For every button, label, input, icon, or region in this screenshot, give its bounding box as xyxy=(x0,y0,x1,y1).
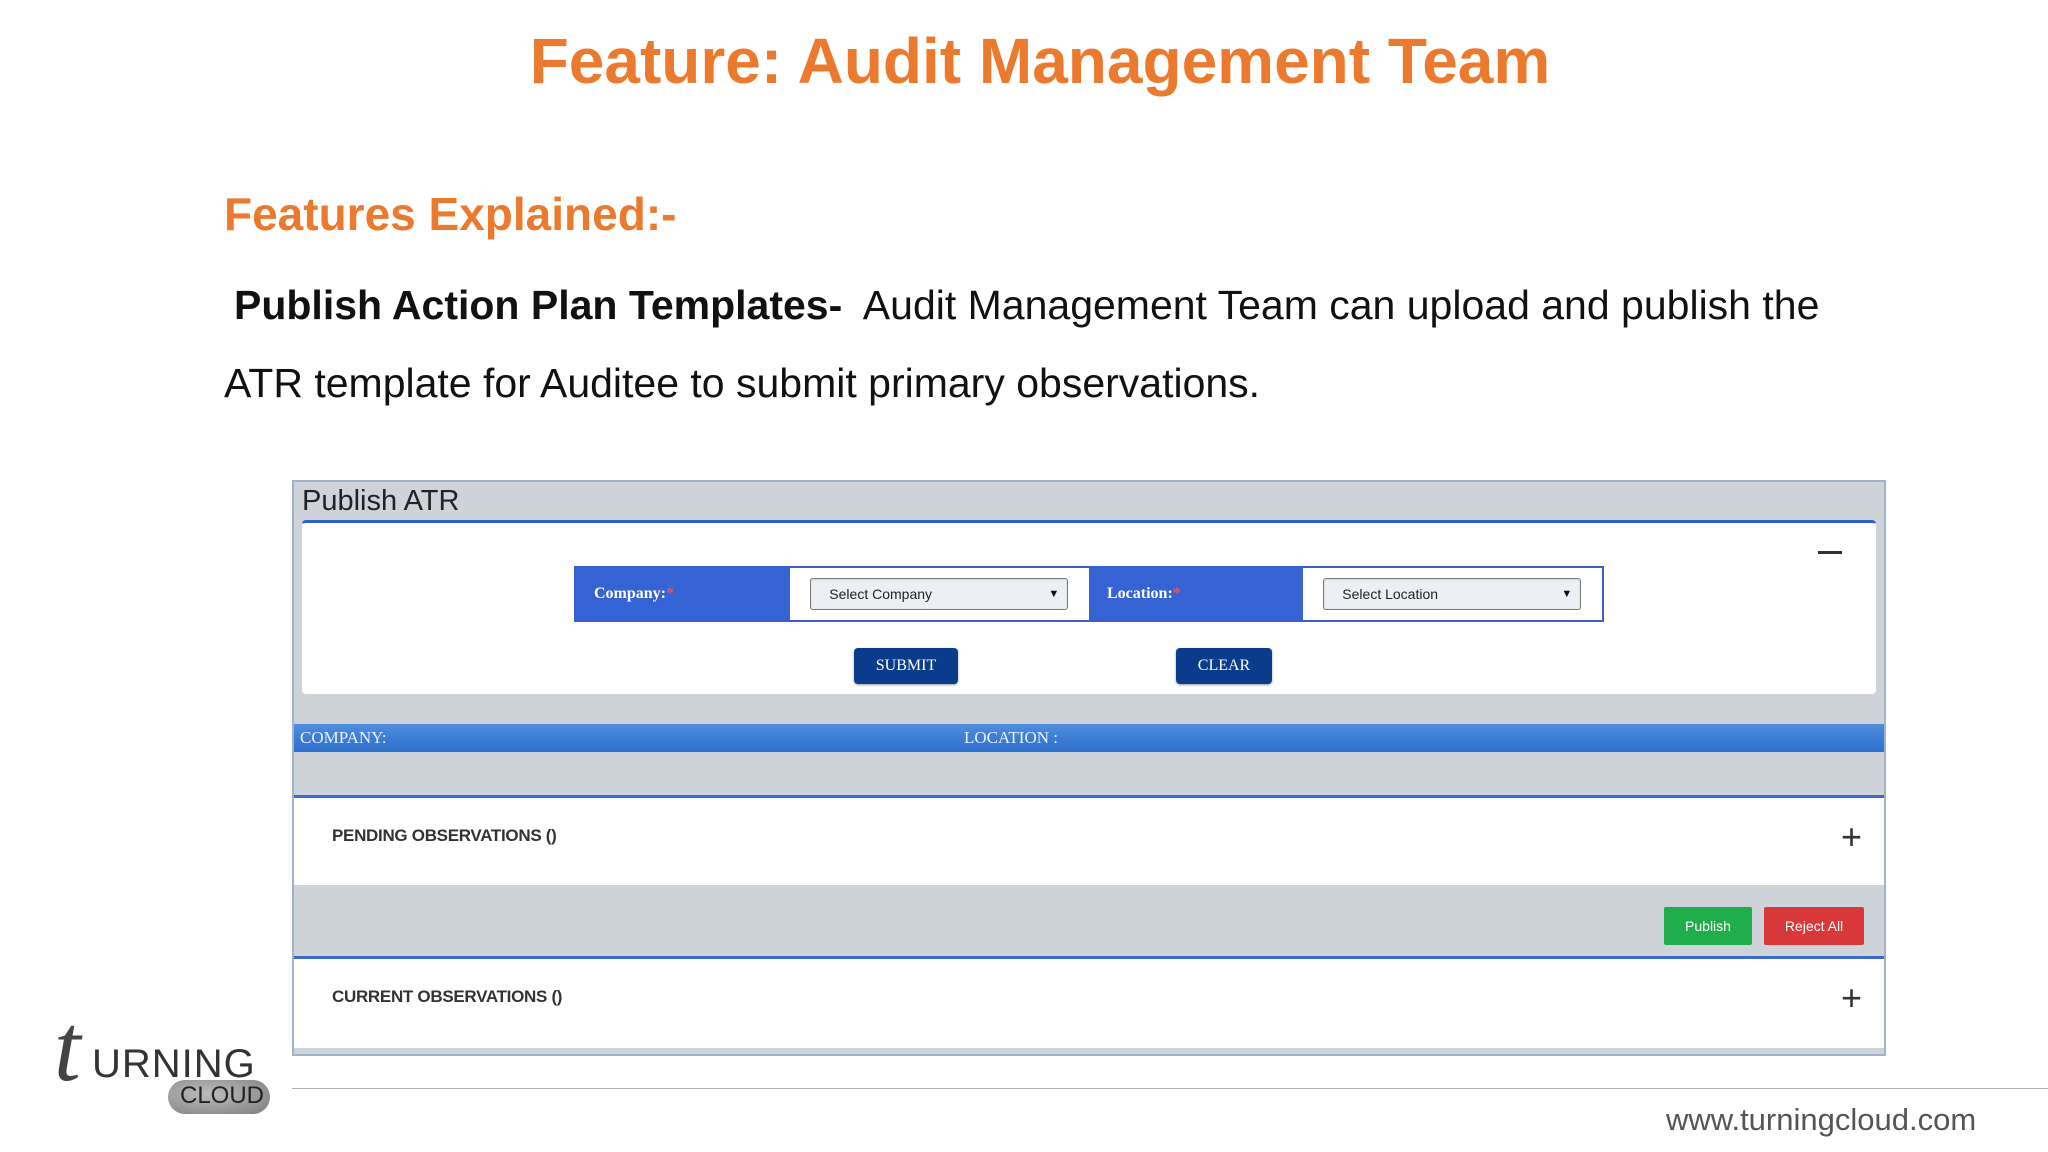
feature-description: Publish Action Plan Templates- Audit Man… xyxy=(224,266,1874,422)
reject-all-button[interactable]: Reject All xyxy=(1764,907,1864,945)
pending-observations-panel[interactable]: PENDING OBSERVATIONS () + xyxy=(294,795,1884,885)
pending-observations-label: PENDING OBSERVATIONS () xyxy=(332,826,557,845)
company-select-value: Select Company xyxy=(829,586,933,602)
minimize-icon[interactable] xyxy=(1818,551,1842,554)
footer-divider xyxy=(292,1088,2048,1089)
publish-button[interactable]: Publish xyxy=(1664,907,1752,945)
expand-plus-icon[interactable]: + xyxy=(1841,980,1862,1016)
publish-atr-screenshot: Publish ATR Company: * Select Company ▼ L… xyxy=(292,480,1886,1056)
location-cell: Select Location ▼ xyxy=(1303,568,1602,620)
location-select[interactable]: Select Location ▼ xyxy=(1323,578,1582,610)
logo-cloud-text: CLOUD xyxy=(180,1082,265,1109)
clear-button[interactable]: CLEAR xyxy=(1176,648,1272,684)
filter-row: Company: * Select Company ▼ Location: * Se… xyxy=(574,566,1604,622)
current-observations-label: CURRENT OBSERVATIONS () xyxy=(332,987,563,1006)
chevron-down-icon: ▼ xyxy=(1561,588,1573,600)
location-label-text: Location: xyxy=(1107,585,1173,602)
location-required-marker: * xyxy=(1172,585,1181,602)
app-title: Publish ATR xyxy=(302,485,460,517)
logo-initial: t xyxy=(54,994,81,1101)
company-cell: Select Company ▼ xyxy=(790,568,1089,620)
info-location-label: LOCATION : xyxy=(964,728,1058,747)
turning-cloud-logo: t URNING CLOUD xyxy=(52,1000,272,1130)
company-label: Company: * xyxy=(576,568,790,620)
footer-url: www.turningcloud.com xyxy=(1666,1102,1977,1137)
feature-lead: Publish Action Plan Templates- xyxy=(234,282,843,328)
expand-plus-icon[interactable]: + xyxy=(1841,819,1862,855)
company-select[interactable]: Select Company ▼ xyxy=(810,578,1069,610)
section-heading: Features Explained:- xyxy=(224,188,677,240)
slide-title: Feature: Audit Management Team xyxy=(529,25,1551,97)
info-company-label: COMPANY: xyxy=(300,728,387,747)
company-required-marker: * xyxy=(666,585,675,602)
company-label-text: Company: xyxy=(594,585,667,602)
selection-info-bar: COMPANY: LOCATION : xyxy=(294,724,1884,752)
filter-card: Company: * Select Company ▼ Location: * Se… xyxy=(302,520,1876,694)
current-observations-panel[interactable]: CURRENT OBSERVATIONS () + xyxy=(294,956,1884,1048)
chevron-down-icon: ▼ xyxy=(1048,588,1060,600)
location-select-value: Select Location xyxy=(1342,586,1439,602)
location-label: Location: * xyxy=(1089,568,1303,620)
submit-button[interactable]: SUBMIT xyxy=(854,648,958,684)
